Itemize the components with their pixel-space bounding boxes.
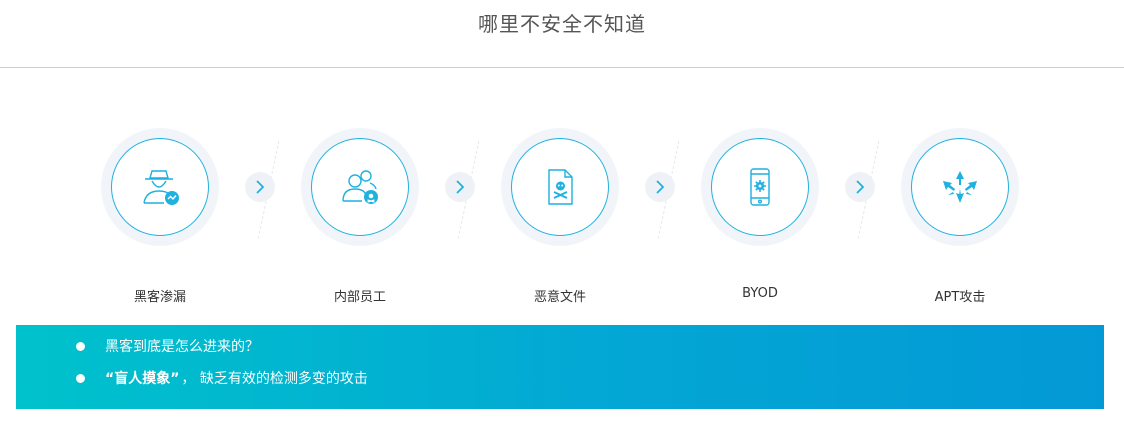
hacker-icon [143, 170, 179, 205]
step-label-byod: BYOD [742, 286, 778, 301]
step-hacker [101, 128, 219, 246]
step-label-malicious-file: 恶意文件 [533, 290, 586, 305]
step-ring [511, 138, 609, 236]
step-label-insider: 内部员工 [333, 290, 386, 305]
header-divider [0, 67, 1124, 68]
banner-bullet-text: 黑客到底是怎么进来的？ [105, 339, 259, 355]
step-apt [901, 128, 1019, 246]
bullet-dot [76, 373, 85, 383]
chevron-right-icon [245, 172, 275, 202]
chevron-right-icon [445, 172, 475, 202]
step-ring [111, 138, 209, 236]
step-malicious-file [501, 128, 619, 246]
mobile-device-icon [750, 168, 770, 206]
chevron-right-icon [845, 172, 875, 202]
banner-bullet-emphasis: “盲人摸象” [105, 371, 180, 387]
step-ring [711, 138, 809, 236]
page-title: 哪里不安全不知道 [478, 12, 646, 36]
step-label-hacker: 黑客渗漏 [133, 290, 186, 305]
problem-banner: 黑客到底是怎么进来的？ “盲人摸象” ， 缺乏有效的检测多变的攻击 [16, 325, 1104, 409]
malicious-file-icon [548, 169, 573, 205]
banner-bullet: “盲人摸象” ， 缺乏有效的检测多变的攻击 [76, 367, 368, 389]
chevron-right-icon [645, 172, 675, 202]
banner-bullet-text: ， 缺乏有效的检测多变的攻击 [181, 371, 368, 387]
step-insider [301, 128, 419, 246]
step-ring [911, 138, 1009, 236]
insider-user-icon [342, 170, 378, 204]
step-byod [701, 128, 819, 246]
step-label-apt: APT攻击 [934, 290, 986, 305]
step-ring [311, 138, 409, 236]
apt-attack-icon [943, 171, 977, 203]
banner-bullet: 黑客到底是怎么进来的？ [76, 335, 259, 357]
bullet-dot [76, 341, 85, 351]
